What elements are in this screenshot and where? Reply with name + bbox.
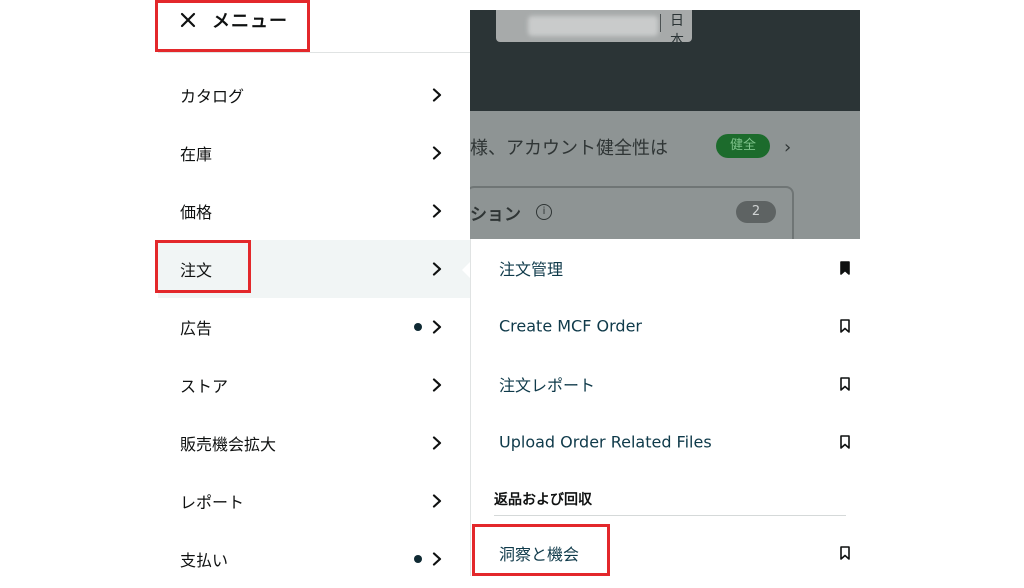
nav-item[interactable]: レポート xyxy=(158,472,470,530)
account-health-badge: 健全 xyxy=(716,134,770,158)
submenu-item[interactable]: 注文管理 xyxy=(471,239,861,297)
section-divider xyxy=(494,515,846,516)
dimmed-account-switcher: 日本 xyxy=(496,10,692,49)
dimmed-header: 日本 xyxy=(470,10,860,111)
chevron-right-icon xyxy=(432,146,442,160)
submenu-item-label: 注文管理 xyxy=(499,260,564,279)
nav-item-label: 支払い xyxy=(180,551,229,570)
chevron-right-icon xyxy=(432,436,442,450)
account-health-text: 様、アカウント健全性は xyxy=(470,138,668,159)
bookmark-icon[interactable] xyxy=(840,319,850,333)
dimmed-page-background: 日本 様、アカウント健全性は 健全 › ション i 2 xyxy=(470,10,860,239)
info-icon: i xyxy=(536,204,552,220)
navigation-menu: メニュー カタログ在庫価格注文広告ストア販売機会拡大 レポート支払い xyxy=(158,0,470,576)
nav-item[interactable]: ストア xyxy=(158,356,470,414)
submenu-item-label: 洞察と機会 xyxy=(499,545,580,564)
submenu-item[interactable]: Create MCF Order xyxy=(471,297,861,355)
chevron-right-icon xyxy=(432,88,442,102)
bookmark-icon[interactable] xyxy=(840,435,850,449)
nav-item-label: 広告 xyxy=(180,319,213,338)
nav-item-label: 注文 xyxy=(180,261,213,280)
chevron-right-icon xyxy=(432,552,442,566)
nav-item[interactable]: 在庫 xyxy=(158,124,470,182)
nav-item-label: 在庫 xyxy=(180,145,213,164)
nav-item[interactable]: 支払い xyxy=(158,530,470,588)
bookmark-icon[interactable] xyxy=(840,377,850,391)
submenu-item-label: Upload Order Related Files xyxy=(499,432,712,452)
nav-item-label: 価格 xyxy=(180,203,213,222)
chevron-right-icon xyxy=(432,262,442,276)
submenu-item[interactable]: 洞察と機会 xyxy=(471,524,861,582)
nav-item[interactable]: 広告 xyxy=(158,298,470,356)
nav-item[interactable]: 価格 xyxy=(158,182,470,240)
notification-dot xyxy=(414,555,422,563)
nav-item-label: ストア xyxy=(180,377,229,396)
submenu-item[interactable]: Upload Order Related Files xyxy=(471,413,861,471)
card-title: ション xyxy=(470,205,521,225)
chevron-right-icon: › xyxy=(784,137,792,158)
nav-item-label: 販売機会拡大 xyxy=(180,435,277,454)
submenu-panel: 注文管理 Create MCF Order 注文レポート Upload Order R… xyxy=(470,239,861,576)
nav-item[interactable]: カタログ xyxy=(158,66,470,124)
chevron-right-icon xyxy=(432,494,442,508)
card-count-badge: 2 xyxy=(736,201,776,223)
chevron-right-icon xyxy=(432,320,442,334)
blurred-store-name xyxy=(528,16,658,36)
region-label: 日本 xyxy=(670,13,684,49)
bookmark-icon[interactable] xyxy=(840,546,850,560)
nav-item[interactable]: 注文 xyxy=(158,240,470,298)
section-header: 返品および回収 xyxy=(494,492,592,508)
chevron-right-icon xyxy=(432,204,442,218)
divider xyxy=(660,14,661,32)
menu-header: メニュー xyxy=(158,0,470,53)
menu-title: メニュー xyxy=(212,11,288,32)
chevron-right-icon xyxy=(432,378,442,392)
nav-item-label: カタログ xyxy=(180,87,245,106)
submenu-item[interactable]: 注文レポート xyxy=(471,355,861,413)
notification-dot xyxy=(414,323,422,331)
submenu-item-label: 注文レポート xyxy=(499,376,596,395)
nav-item[interactable]: 販売機会拡大 xyxy=(158,414,470,472)
bookmark-icon[interactable] xyxy=(840,261,850,275)
nav-item-label: レポート xyxy=(180,493,245,512)
close-icon[interactable] xyxy=(180,12,196,28)
submenu-item-label: Create MCF Order xyxy=(499,316,642,336)
